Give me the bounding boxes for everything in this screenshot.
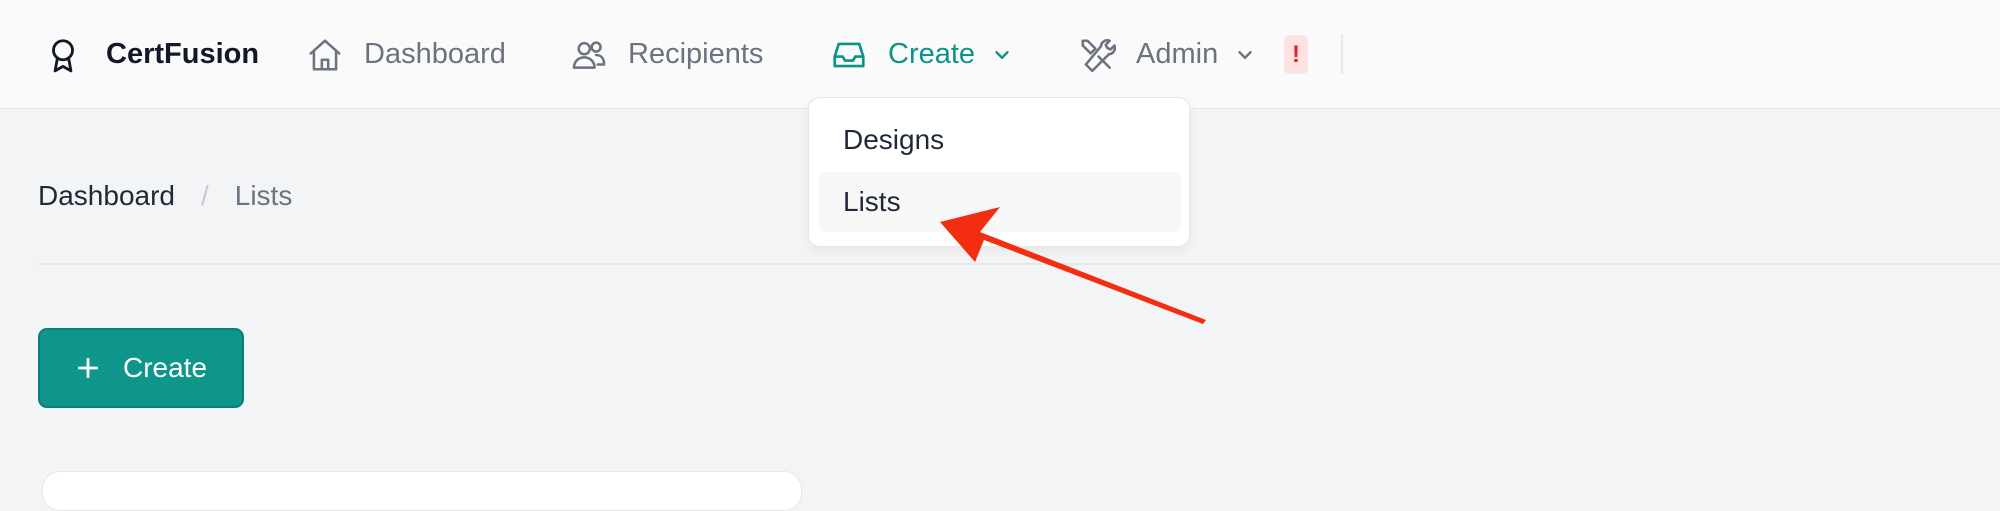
- nav-item-recipients-label: Recipients: [628, 38, 764, 70]
- nav-divider: [1341, 34, 1343, 74]
- chevron-down-icon: [991, 44, 1013, 66]
- breadcrumb-separator: /: [200, 180, 209, 211]
- breadcrumb-dashboard[interactable]: Dashboard: [38, 180, 175, 212]
- brand-name: CertFusion: [106, 38, 260, 70]
- brand-logo[interactable]: CertFusion: [44, 0, 259, 109]
- nav-item-recipients[interactable]: Recipients: [570, 0, 763, 109]
- breadcrumb-current: Lists: [234, 180, 293, 211]
- create-button-label: Create: [122, 352, 208, 383]
- home-icon: [306, 36, 344, 74]
- nav-item-dashboard[interactable]: Dashboard: [306, 0, 506, 109]
- content-divider: [38, 263, 2000, 265]
- create-dropdown-menu: Designs Lists: [808, 97, 1190, 247]
- chevron-down-icon: [1234, 44, 1256, 66]
- plus-icon: [75, 355, 101, 381]
- dropdown-item-lists[interactable]: Lists: [819, 172, 1181, 232]
- nav-item-create[interactable]: Create: [830, 0, 1013, 109]
- nav-item-admin-label: Admin: [1136, 38, 1219, 70]
- award-ribbon-icon: [44, 36, 82, 74]
- breadcrumb: Dashboard / Lists: [38, 176, 292, 216]
- nav-item-admin[interactable]: Admin: [1078, 0, 1256, 109]
- top-navigation-bar: CertFusion Dashboard Recipients Create A…: [0, 0, 2000, 109]
- alert-badge[interactable]: !: [1284, 35, 1308, 74]
- inbox-tray-icon: [830, 36, 868, 74]
- dropdown-item-designs[interactable]: Designs: [819, 110, 1181, 170]
- tools-icon: [1078, 36, 1116, 74]
- users-icon: [570, 36, 608, 74]
- create-button[interactable]: Create: [38, 328, 244, 408]
- nav-item-create-label: Create: [888, 38, 976, 70]
- content-card: [42, 471, 802, 511]
- nav-item-dashboard-label: Dashboard: [364, 38, 506, 70]
